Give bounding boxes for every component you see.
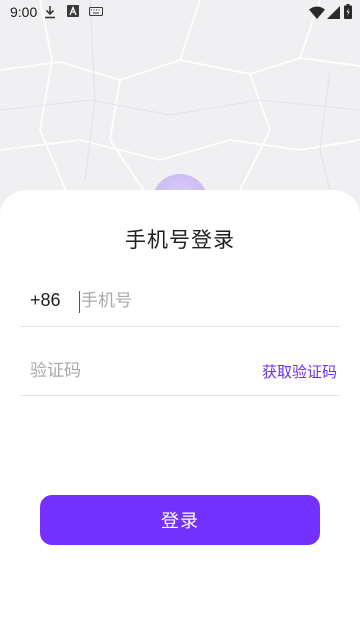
signal-icon bbox=[327, 6, 340, 19]
get-code-button[interactable]: 获取验证码 bbox=[262, 361, 337, 382]
font-a-icon bbox=[67, 5, 79, 17]
download-icon bbox=[45, 6, 55, 19]
page-title: 手机号登录 bbox=[125, 228, 235, 252]
phone-row: +86 bbox=[20, 278, 340, 327]
country-code[interactable]: +86 bbox=[30, 290, 61, 311]
text-cursor bbox=[79, 291, 80, 313]
keyboard-icon bbox=[89, 7, 103, 16]
battery-icon bbox=[344, 4, 352, 19]
code-row: 获取验证码 bbox=[20, 348, 340, 396]
status-time: 9:00 bbox=[10, 4, 38, 20]
login-card: 手机号登录 +86 获取验证码 登录 bbox=[0, 190, 360, 639]
login-button[interactable]: 登录 bbox=[40, 495, 320, 545]
wifi-icon bbox=[309, 6, 325, 19]
status-bar: 9:00 bbox=[0, 0, 360, 26]
phone-input[interactable] bbox=[81, 288, 321, 314]
verification-code-input[interactable] bbox=[30, 358, 230, 384]
